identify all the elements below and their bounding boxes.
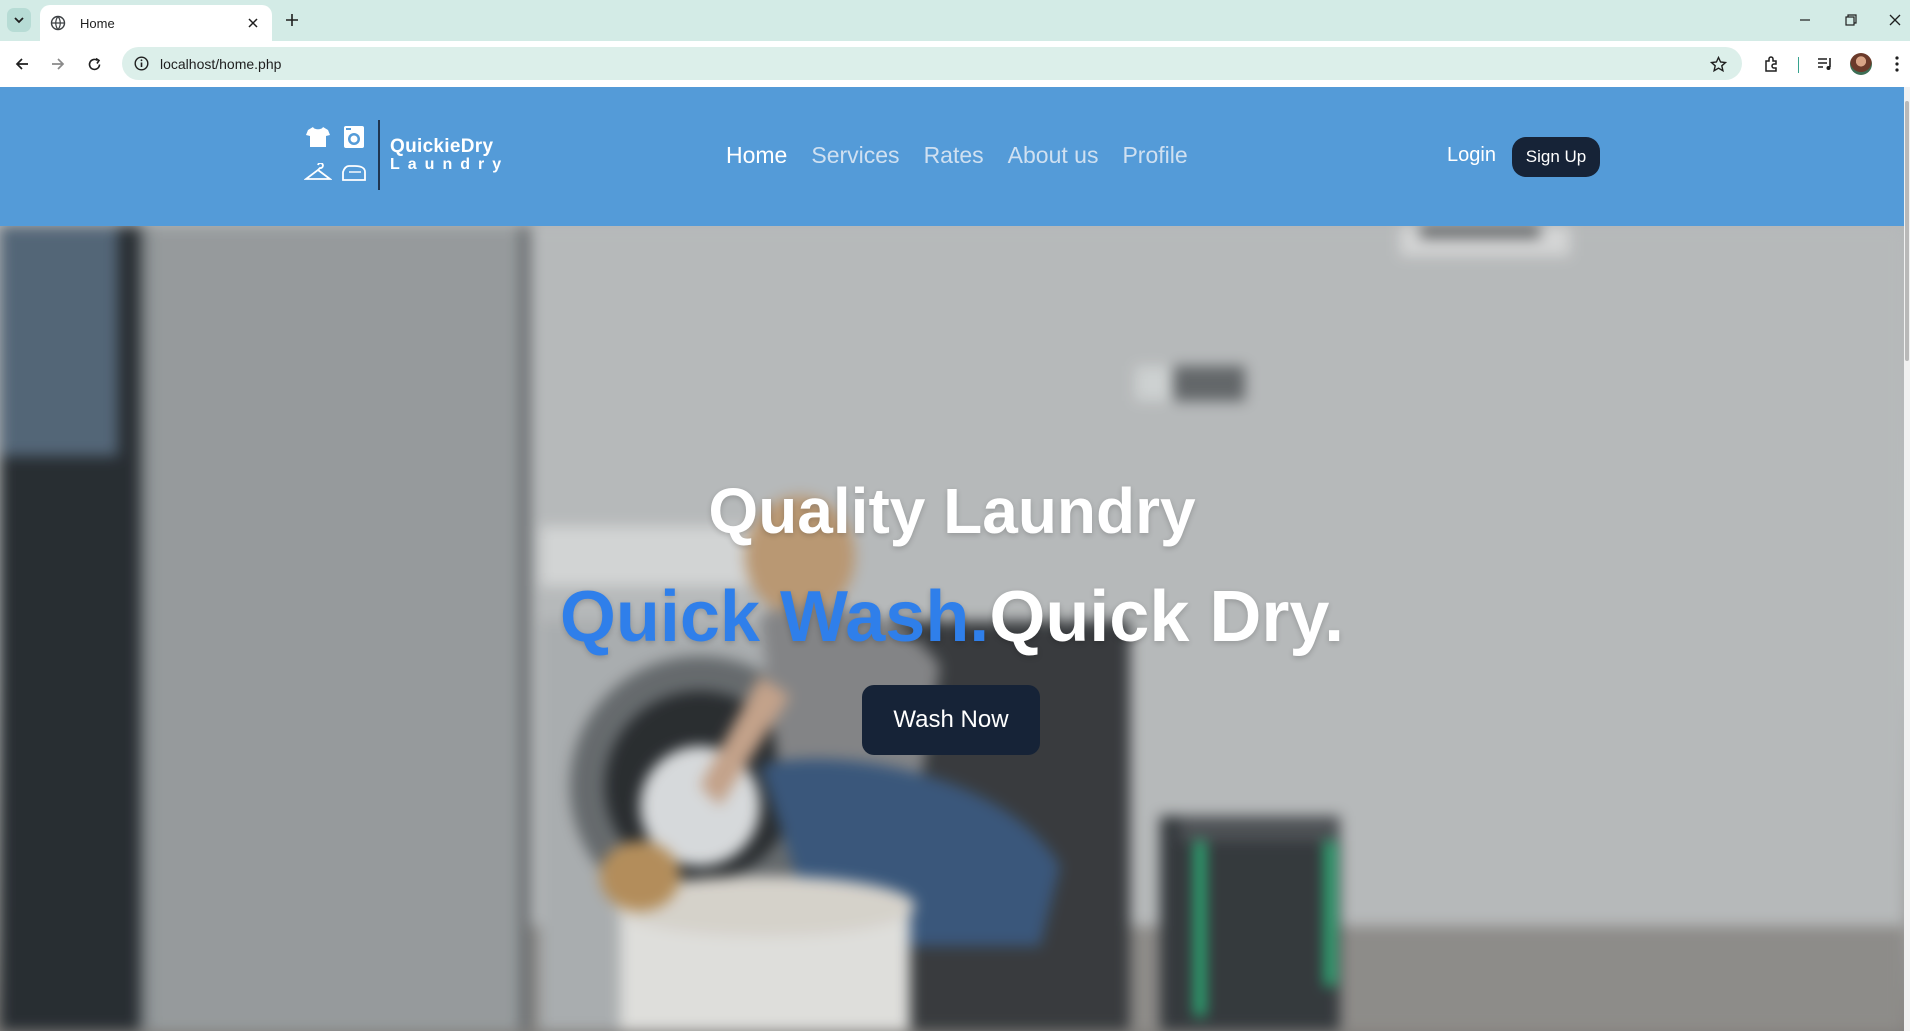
washing-machine-icon [344, 126, 364, 148]
nav-link-rates[interactable]: Rates [924, 142, 984, 169]
globe-icon [50, 15, 66, 31]
logo-icon-grid [304, 121, 368, 189]
iron-icon [342, 165, 366, 181]
minimize-button[interactable] [1790, 6, 1820, 34]
logo-brand-sub: Laundry [390, 155, 510, 173]
nav-link-services[interactable]: Services [811, 142, 899, 169]
site-info-icon[interactable] [132, 55, 150, 73]
hero-section: Quality Laundry Quick Wash.Quick Dry. Wa… [0, 226, 1904, 1031]
logo-divider [378, 120, 380, 190]
browser-menu-button[interactable] [1884, 51, 1910, 77]
tshirt-icon [306, 127, 330, 147]
close-window-button[interactable] [1880, 6, 1910, 34]
address-bar[interactable]: localhost/home.php [122, 47, 1742, 80]
reload-button[interactable] [80, 50, 108, 78]
tab-search-button[interactable] [7, 8, 31, 32]
hero-tagline-accent: Quick Wash. [559, 577, 990, 657]
plus-icon [286, 14, 298, 26]
hanger-icon [304, 163, 332, 180]
nav-link-about-us[interactable]: About us [1008, 142, 1099, 169]
puzzle-icon [1765, 56, 1777, 72]
restore-icon [1845, 14, 1857, 26]
site-navbar: QuickieDry Laundry Home Services Rates A… [0, 87, 1904, 226]
close-tab-icon[interactable] [244, 14, 262, 32]
reload-icon [88, 57, 100, 70]
arrow-left-icon [15, 58, 28, 70]
url-text: localhost/home.php [160, 55, 282, 72]
wash-now-button[interactable]: Wash Now [862, 685, 1040, 755]
browser-tab-home[interactable]: Home [40, 5, 272, 41]
profile-avatar[interactable] [1850, 53, 1872, 75]
more-vertical-icon [1895, 56, 1899, 72]
forward-button[interactable] [44, 50, 72, 78]
tab-title: Home [80, 15, 115, 31]
site-logo[interactable]: QuickieDry Laundry [304, 120, 509, 190]
logo-brand-name: QuickieDry [390, 135, 494, 157]
signup-button[interactable]: Sign Up [1512, 137, 1600, 177]
minimize-icon [1800, 19, 1810, 21]
page-viewport: QuickieDry Laundry Home Services Rates A… [0, 87, 1910, 1031]
nav-link-profile[interactable]: Profile [1122, 142, 1187, 169]
back-button[interactable] [8, 50, 36, 78]
logo-text: QuickieDry Laundry [390, 135, 510, 174]
scrollbar-thumb[interactable] [1905, 101, 1909, 361]
page-scrollbar[interactable] [1904, 87, 1910, 1031]
new-tab-button[interactable] [282, 10, 302, 30]
browser-tab-strip: Home [0, 0, 1910, 41]
extensions-button[interactable] [1759, 51, 1785, 77]
hero-tagline-rest: Quick Dry. [989, 577, 1345, 657]
browser-toolbar: localhost/home.php [0, 41, 1910, 87]
close-icon [1889, 14, 1901, 26]
login-link[interactable]: Login [1447, 144, 1496, 167]
chevron-down-icon [14, 17, 24, 24]
toolbar-separator [1798, 57, 1799, 73]
nav-link-home[interactable]: Home [726, 142, 787, 169]
hero-heading: Quality Laundry [708, 475, 1196, 547]
arrow-right-icon [52, 58, 65, 70]
hero-tagline: Quick Wash.Quick Dry. [0, 576, 1904, 658]
bookmark-star-icon[interactable] [1708, 54, 1728, 74]
main-menu: Home Services Rates About us Profile [726, 142, 1188, 169]
media-control-button[interactable] [1812, 51, 1838, 77]
restore-button[interactable] [1836, 6, 1866, 34]
playlist-icon [1818, 58, 1831, 70]
